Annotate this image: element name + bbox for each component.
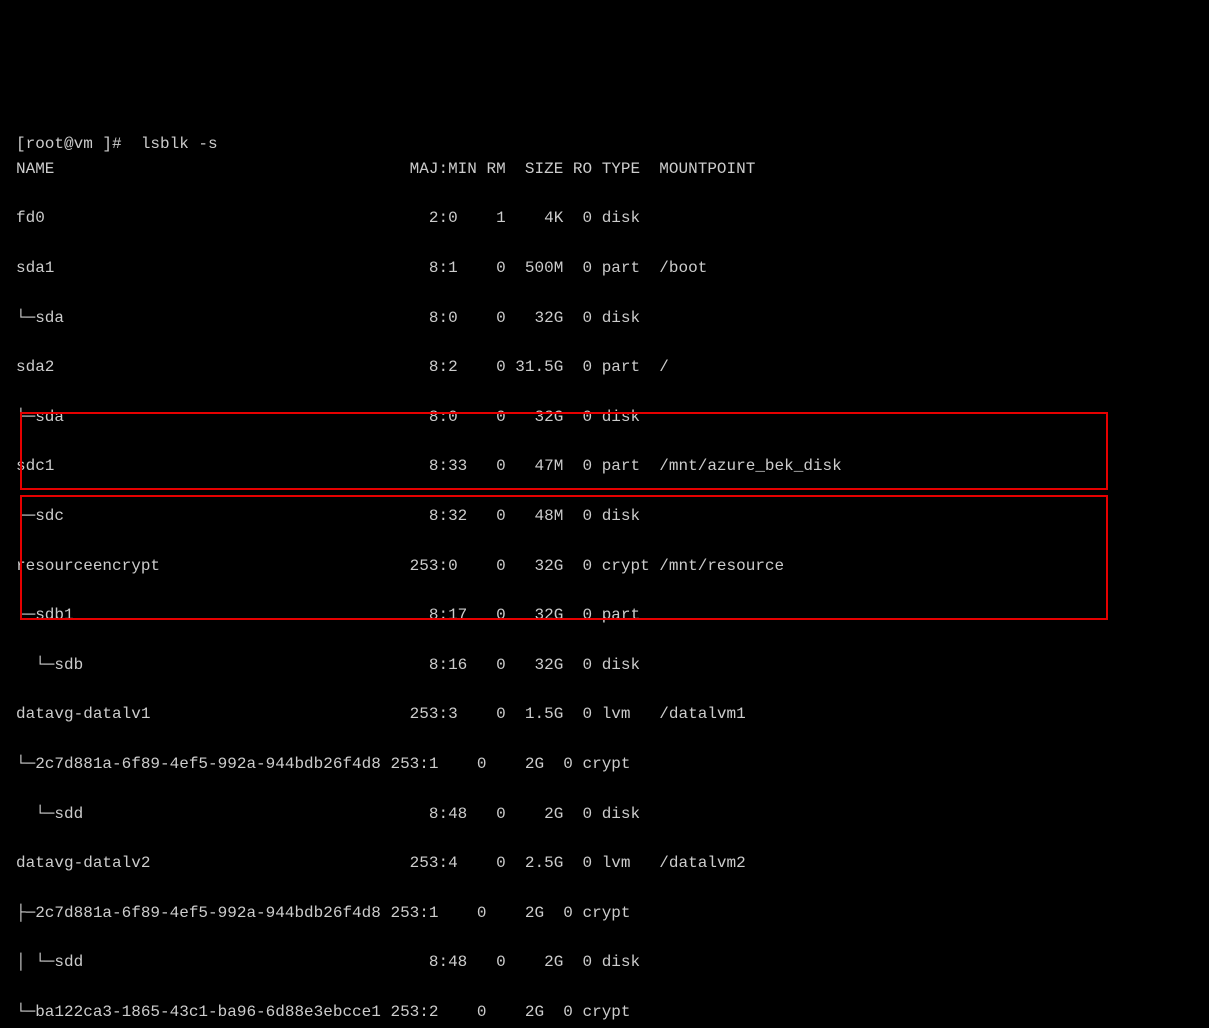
- terminal-output: [root@vm ]# lsblk -s NAME MAJ:MIN RM SIZ…: [16, 107, 1193, 1028]
- lsblk-header: NAME MAJ:MIN RM SIZE RO TYPE MOUNTPOINT: [16, 157, 1193, 182]
- table-row: fd0 2:0 1 4K 0 disk: [16, 206, 1193, 231]
- table-row: sdc1 8:33 0 47M 0 part /mnt/azure_bek_di…: [16, 454, 1193, 479]
- table-row: sda1 8:1 0 500M 0 part /boot: [16, 256, 1193, 281]
- table-row: └─sdc 8:32 0 48M 0 disk: [16, 504, 1193, 529]
- shell-prompt: [root@vm ]# lsblk -s: [16, 135, 218, 153]
- table-row: sda2 8:2 0 31.5G 0 part /: [16, 355, 1193, 380]
- table-row: ├─2c7d881a-6f89-4ef5-992a-944bdb26f4d8 2…: [16, 901, 1193, 926]
- table-row: datavg-datalv2 253:4 0 2.5G 0 lvm /datal…: [16, 851, 1193, 876]
- table-row: └─sdd 8:48 0 2G 0 disk: [16, 802, 1193, 827]
- table-row: datavg-datalv1 253:3 0 1.5G 0 lvm /datal…: [16, 702, 1193, 727]
- table-row: └─2c7d881a-6f89-4ef5-992a-944bdb26f4d8 2…: [16, 752, 1193, 777]
- table-row: resourceencrypt 253:0 0 32G 0 crypt /mnt…: [16, 554, 1193, 579]
- table-row: └─sda 8:0 0 32G 0 disk: [16, 405, 1193, 430]
- table-row: └─sdb 8:16 0 32G 0 disk: [16, 653, 1193, 678]
- table-row: │ └─sdd 8:48 0 2G 0 disk: [16, 950, 1193, 975]
- table-row: └─sdb1 8:17 0 32G 0 part: [16, 603, 1193, 628]
- table-row: └─ba122ca3-1865-43c1-ba96-6d88e3ebcce1 2…: [16, 1000, 1193, 1025]
- table-row: └─sda 8:0 0 32G 0 disk: [16, 306, 1193, 331]
